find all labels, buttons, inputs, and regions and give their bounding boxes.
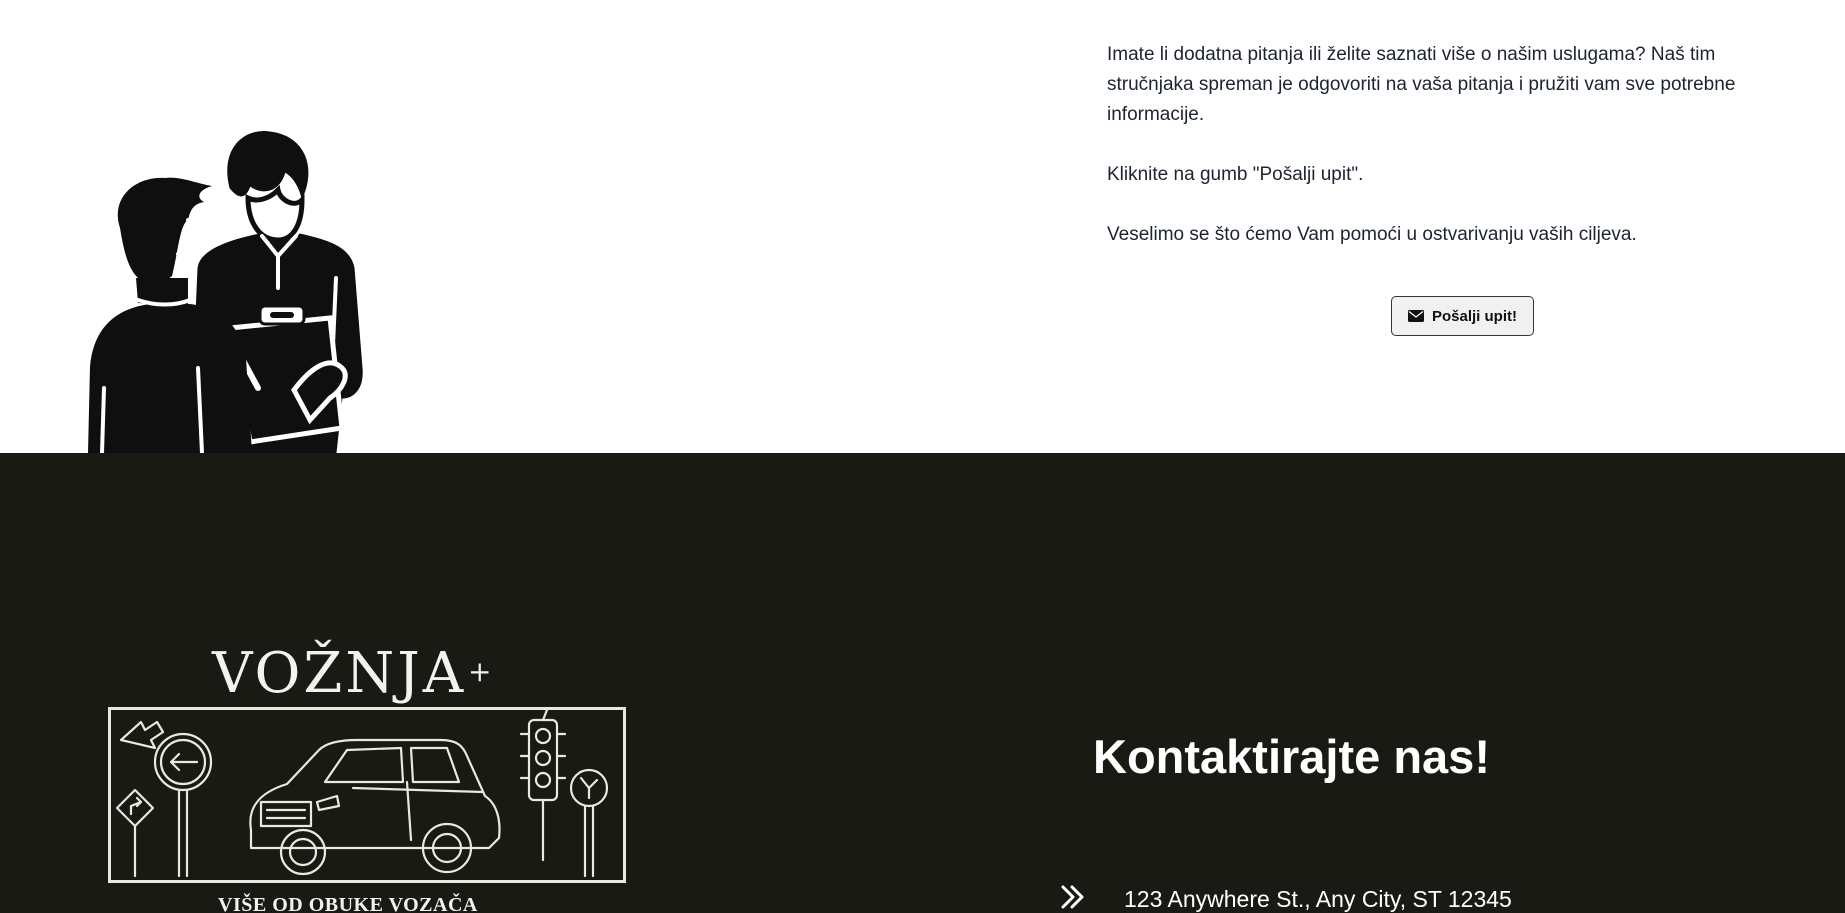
envelope-icon: [1407, 310, 1424, 322]
send-inquiry-button[interactable]: Pošalji upit!: [1391, 296, 1534, 336]
contact-title: Kontaktirajte nas!: [1093, 730, 1490, 783]
double-chevron-right-icon: [1060, 884, 1086, 913]
brand-logo[interactable]: VOŽNJA + VIŠE OD OBUKE VOZAČA: [104, 641, 634, 913]
footer: VOŽNJA + VIŠE OD OBUKE VOZAČA Kontaktira…: [0, 453, 1845, 913]
contact-address-text: 123 Anywhere St., Any City, ST 12345: [1124, 886, 1512, 912]
contact-item-address: 123 Anywhere St., Any City, ST 12345: [1060, 884, 1512, 913]
logo-frame: [108, 707, 626, 883]
info-paragraph-instruction: Kliknite na gumb "Pošalji upit".: [1107, 164, 1364, 185]
info-section: Imate li dodatna pitanja ili želite sazn…: [0, 0, 1845, 455]
logo-plus: +: [468, 655, 492, 688]
logo-tagline: VIŠE OD OBUKE VOZAČA: [218, 894, 478, 913]
info-paragraph-intro: Imate li dodatna pitanja ili želite sazn…: [1107, 44, 1736, 125]
info-text-block: Imate li dodatna pitanja ili želite sazn…: [1107, 40, 1777, 280]
logo-title: VOŽNJA: [212, 641, 467, 706]
consultation-illustration: [80, 128, 410, 455]
car-road-signs-illustration: [115, 710, 609, 878]
info-paragraph-closing: Veselimo se što ćemo Vam pomoći u ostvar…: [1107, 224, 1637, 245]
send-inquiry-label: Pošalji upit!: [1431, 307, 1517, 325]
